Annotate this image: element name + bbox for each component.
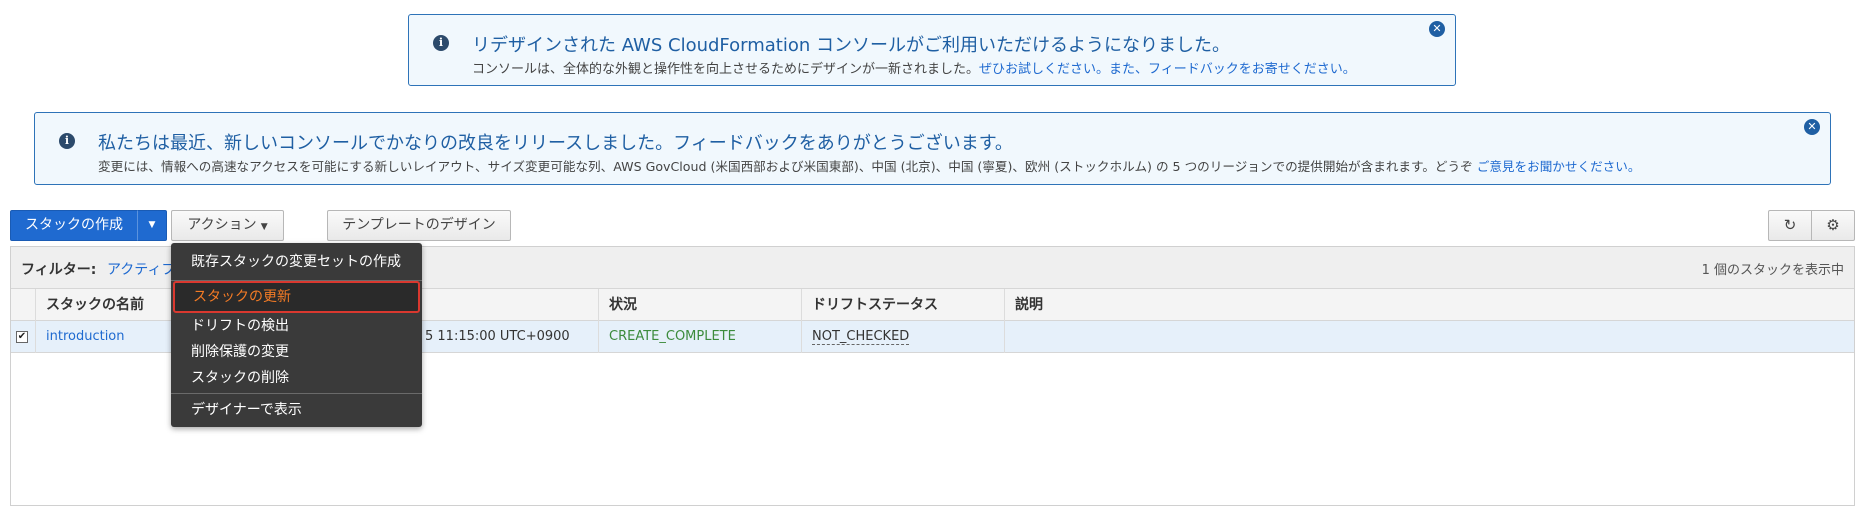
notice-body: 変更には、情報への高速なアクセスを可能にする新しいレイアウト、サイズ変更可能な列…	[98, 156, 1640, 175]
menu-item-change-termination-protection[interactable]: 削除保護の変更	[171, 339, 422, 365]
close-icon[interactable]: ✕	[1804, 119, 1820, 135]
menu-item-view-in-designer[interactable]: デザイナーで表示	[171, 397, 422, 423]
stack-count: 1 個のスタックを表示中	[1701, 263, 1844, 278]
notice-title: 私たちは最近、新しいコンソールでかなりの改良をリリースしました。フィードバックを…	[98, 133, 1013, 154]
menu-item-create-change-set[interactable]: 既存スタックの変更セットの作成	[171, 249, 422, 275]
chevron-down-icon: ▼	[148, 220, 156, 230]
column-description[interactable]: 説明	[1004, 289, 1854, 321]
created-time: 5 11:15:00 UTC+0900	[425, 329, 570, 344]
column-status[interactable]: 状況	[598, 289, 801, 321]
create-stack-button[interactable]: スタックの作成	[10, 210, 138, 241]
filter-dropdown[interactable]: アクティブ	[107, 259, 175, 279]
info-icon: i	[433, 35, 449, 51]
create-stack-dropdown-button[interactable]: ▼	[137, 210, 167, 241]
design-template-button[interactable]: テンプレートのデザイン	[327, 210, 511, 241]
gear-icon: ⚙	[1826, 216, 1840, 234]
filter-label: フィルター:	[21, 262, 97, 278]
actions-menu: 既存スタックの変更セットの作成 スタックの更新 ドリフトの検出 削除保護の変更 …	[171, 243, 422, 427]
close-icon[interactable]: ✕	[1429, 21, 1445, 37]
description-value	[1004, 321, 1854, 353]
menu-item-delete-stack[interactable]: スタックの削除	[171, 365, 422, 391]
drift-status-text[interactable]: NOT_CHECKED	[812, 329, 910, 345]
status-value: CREATE_COMPLETE	[598, 321, 801, 353]
drift-status-value: NOT_CHECKED	[801, 321, 1004, 353]
info-icon: i	[59, 133, 75, 149]
redesign-notice: i リデザインされた AWS CloudFormation コンソールがご利用い…	[408, 14, 1456, 86]
notice-body: コンソールは、全体的な外観と操作性を向上させるためにデザインが一新されました。ぜ…	[472, 58, 1356, 77]
refresh-button[interactable]: ↻	[1768, 210, 1812, 241]
notice-title: リデザインされた AWS CloudFormation コンソールがご利用いただ…	[472, 35, 1230, 56]
menu-item-detect-drift[interactable]: ドリフトの検出	[171, 313, 422, 339]
chevron-down-icon: ▼	[260, 222, 268, 232]
improvement-notice: i 私たちは最近、新しいコンソールでかなりの改良をリリースしました。フィードバッ…	[34, 112, 1831, 185]
settings-button[interactable]: ⚙	[1811, 210, 1855, 241]
notice-feedback-link[interactable]: ぜひお試しください。また、フィードバックをお寄せください。	[979, 62, 1356, 77]
menu-divider	[171, 393, 422, 394]
menu-item-update-stack[interactable]: スタックの更新	[173, 281, 420, 313]
actions-button[interactable]: アクション ▼	[171, 210, 284, 241]
column-drift-status[interactable]: ドリフトステータス	[801, 289, 1004, 321]
row-checkbox[interactable]: ✔	[16, 331, 28, 343]
refresh-icon: ↻	[1783, 216, 1797, 234]
notice-feedback-link[interactable]: ご意見をお聞かせください。	[1477, 159, 1641, 174]
actions-label: アクション	[187, 217, 257, 233]
notice-body-text: 変更には、情報への高速なアクセスを可能にする新しいレイアウト、サイズ変更可能な列…	[98, 159, 1473, 174]
notice-body-text: コンソールは、全体的な外観と操作性を向上させるためにデザインが一新されました。	[472, 62, 980, 77]
